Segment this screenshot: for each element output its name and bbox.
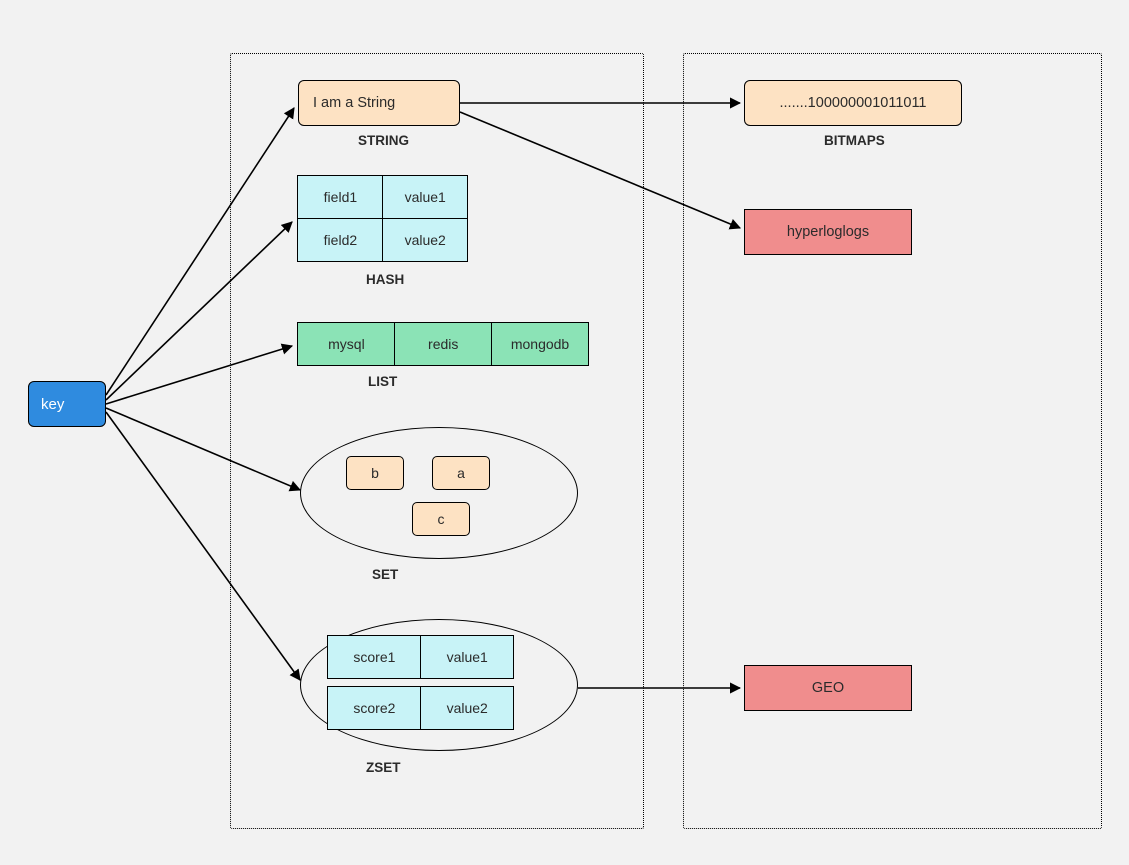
set-item: a [432, 456, 490, 490]
key-label: key [41, 396, 64, 413]
hash-table: field1 value1 field2 value2 [298, 176, 468, 262]
string-type-label: STRING [358, 133, 409, 148]
zset-cell: score2 [327, 686, 421, 730]
diagram-stage: key I am a String STRING .......10000000… [0, 0, 1129, 865]
list-type-label: LIST [368, 374, 397, 389]
geo-node: GEO [744, 665, 912, 711]
geo-value: GEO [812, 680, 844, 696]
list-row: mysql redis mongodb [298, 323, 588, 366]
zset-cell: value2 [420, 686, 514, 730]
hash-cell: value1 [382, 175, 468, 219]
string-value: I am a String [313, 95, 395, 111]
set-item: b [346, 456, 404, 490]
group-derived-types [683, 53, 1102, 829]
zset-table: score1 value1 score2 value2 [328, 636, 514, 730]
bitmaps-node: .......100000001011011 [744, 80, 962, 126]
set-item: c [412, 502, 470, 536]
list-cell: mongodb [491, 322, 589, 366]
bitmaps-value: .......100000001011011 [779, 95, 926, 111]
hash-cell: value2 [382, 218, 468, 262]
zset-cell: score1 [327, 635, 421, 679]
hash-cell: field2 [297, 218, 383, 262]
bitmaps-type-label: BITMAPS [824, 133, 885, 148]
set-ellipse [300, 427, 578, 559]
hyperloglogs-value: hyperloglogs [787, 224, 869, 240]
hash-type-label: HASH [366, 272, 404, 287]
hyperloglogs-node: hyperloglogs [744, 209, 912, 255]
list-cell: redis [394, 322, 492, 366]
string-node: I am a String [298, 80, 460, 126]
set-type-label: SET [372, 567, 398, 582]
zset-type-label: ZSET [366, 760, 401, 775]
list-cell: mysql [297, 322, 395, 366]
hash-cell: field1 [297, 175, 383, 219]
zset-cell: value1 [420, 635, 514, 679]
key-node: key [28, 381, 106, 427]
